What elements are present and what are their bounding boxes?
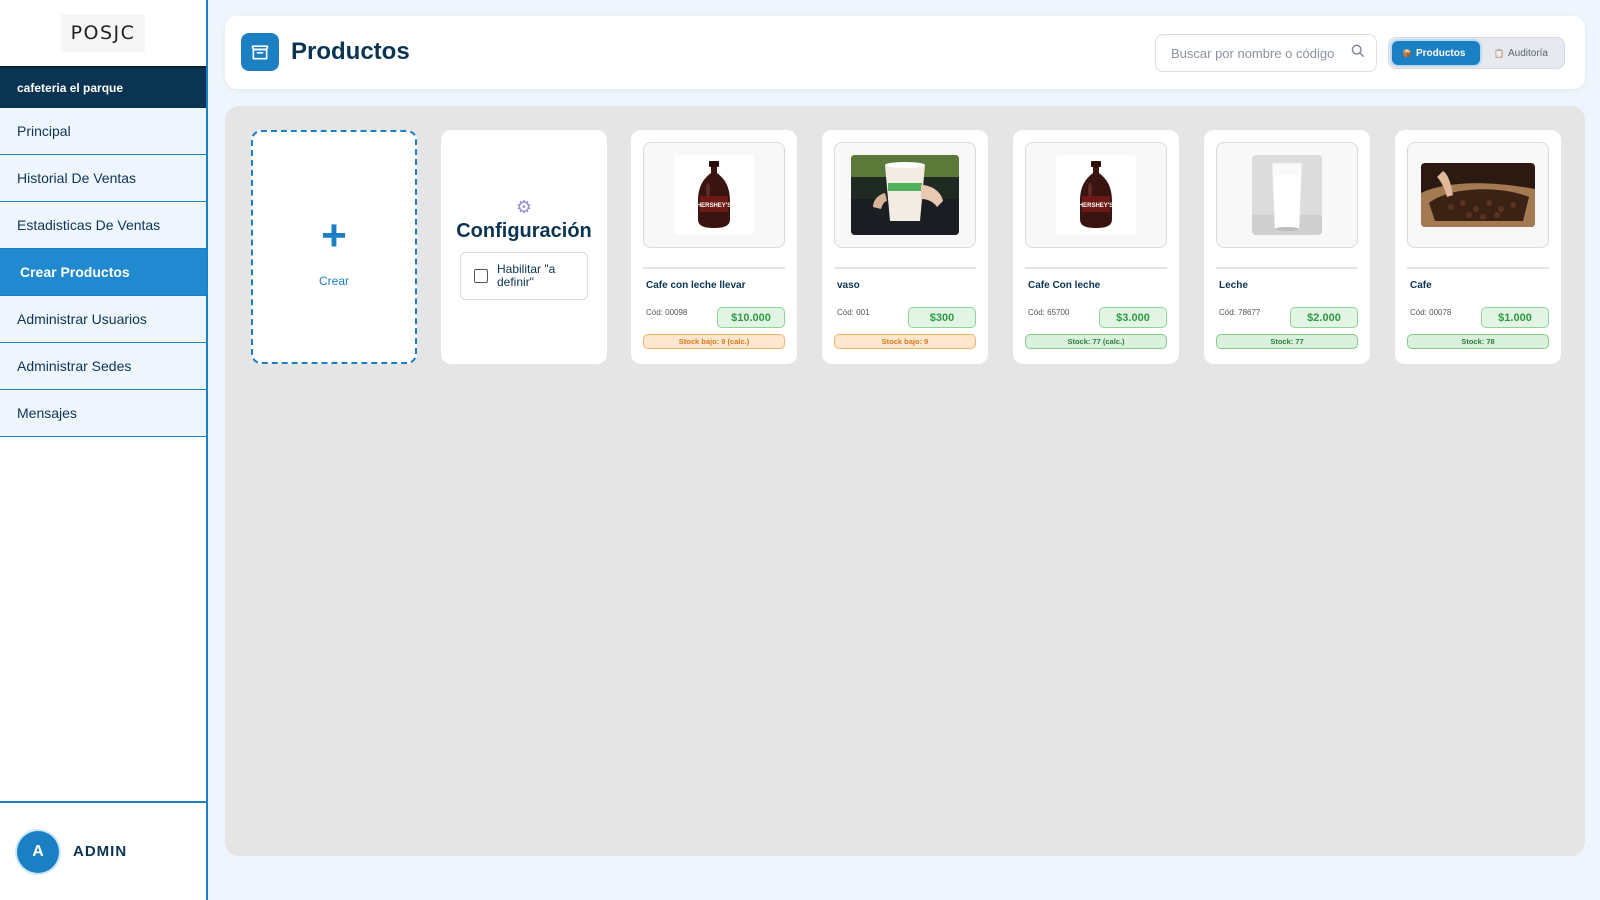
app-logo: POSJC bbox=[60, 14, 146, 52]
search-icon[interactable] bbox=[1350, 43, 1366, 64]
milk-glass-image bbox=[1252, 155, 1322, 235]
sidebar-item-principal[interactable]: Principal bbox=[0, 108, 206, 155]
checkbox-label: Habilitar "a definir" bbox=[497, 262, 556, 289]
clipboard-icon: 📋 bbox=[1494, 48, 1504, 58]
search-input[interactable] bbox=[1171, 45, 1336, 61]
sidebar-item-administrar-usuarios[interactable]: Administrar Usuarios bbox=[0, 296, 206, 343]
view-toggle: 📦 Productos 📋 Auditoría bbox=[1388, 37, 1565, 69]
tab-productos-label: Productos bbox=[1415, 47, 1466, 59]
store-icon bbox=[241, 33, 279, 71]
divider bbox=[834, 267, 976, 269]
product-price: $1.000 bbox=[1481, 307, 1549, 328]
tab-auditoria-label: Auditoría bbox=[1507, 47, 1548, 59]
syrup-bottle-image: HERSHEY'S bbox=[697, 161, 731, 228]
divider bbox=[1216, 267, 1358, 269]
product-code: Cód: 001 bbox=[837, 308, 870, 317]
product-image bbox=[834, 142, 976, 248]
paper-cup-image bbox=[851, 155, 959, 235]
habilitar-a-definir-checkbox[interactable] bbox=[474, 269, 488, 283]
plus-icon: + bbox=[321, 211, 347, 260]
create-product-card[interactable]: + Crear bbox=[251, 130, 417, 364]
avatar: A bbox=[17, 830, 59, 873]
product-image: HERSHEY'S bbox=[643, 142, 785, 248]
store-name: cafeteria el parque bbox=[0, 66, 206, 108]
stock-badge: Stock bajo: 9 (calc.) bbox=[643, 334, 785, 349]
habilitar-a-definir-option[interactable]: Habilitar "a definir" bbox=[460, 252, 588, 300]
product-price: $300 bbox=[908, 307, 976, 328]
stock-badge: Stock: 78 bbox=[1407, 334, 1549, 349]
product-card[interactable]: HERSHEY'S Cafe con leche llevar Cód: 000… bbox=[631, 130, 797, 364]
product-code: Cód: 00078 bbox=[1410, 308, 1452, 317]
product-card[interactable]: HERSHEY'S Cafe Con leche Cód: 65700 $3.0… bbox=[1013, 130, 1179, 364]
gear-icon: ⚙ bbox=[515, 197, 533, 217]
divider bbox=[1407, 267, 1549, 269]
user-name: ADMIN bbox=[73, 843, 128, 860]
page-header: Productos 📦 Productos 📋 Auditoría bbox=[225, 16, 1585, 89]
products-panel: + Crear ⚙ Configuración Habilitar "a def… bbox=[225, 106, 1585, 856]
user-profile[interactable]: A ADMIN bbox=[0, 801, 206, 900]
search-box bbox=[1155, 34, 1377, 72]
sidebar-item-crear-productos[interactable]: Crear Productos bbox=[0, 249, 206, 296]
sidebar-item-administrar-sedes[interactable]: Administrar Sedes bbox=[0, 343, 206, 390]
config-title: Configuración bbox=[456, 220, 592, 242]
svg-text:HERSHEY'S: HERSHEY'S bbox=[1079, 203, 1113, 209]
tab-productos[interactable]: 📦 Productos bbox=[1392, 41, 1480, 65]
product-card[interactable]: Cafe Cód: 00078 $1.000 Stock: 78 bbox=[1395, 130, 1561, 364]
box-icon: 📦 bbox=[1402, 48, 1412, 58]
sidebar-item-mensajes[interactable]: Mensajes bbox=[0, 390, 206, 437]
product-code: Cód: 78677 bbox=[1219, 308, 1261, 317]
product-name: Cafe bbox=[1410, 280, 1432, 291]
product-image: HERSHEY'S bbox=[1025, 142, 1167, 248]
divider bbox=[1025, 267, 1167, 269]
product-code: Cód: 65700 bbox=[1028, 308, 1070, 317]
product-card[interactable]: Leche Cód: 78677 $2.000 Stock: 77 bbox=[1204, 130, 1370, 364]
product-name: Leche bbox=[1219, 280, 1248, 291]
divider bbox=[643, 267, 785, 269]
sidebar-nav: Principal Historial De Ventas Estadistic… bbox=[0, 108, 206, 437]
stock-badge: Stock: 77 (calc.) bbox=[1025, 334, 1167, 349]
stock-badge: Stock bajo: 9 bbox=[834, 334, 976, 349]
sidebar-item-estadisticas-ventas[interactable]: Estadisticas De Ventas bbox=[0, 202, 206, 249]
create-label: Crear bbox=[318, 274, 349, 288]
tab-auditoria[interactable]: 📋 Auditoría bbox=[1484, 41, 1558, 65]
logo-area: POSJC bbox=[0, 0, 206, 66]
sidebar: POSJC cafeteria el parque Principal Hist… bbox=[0, 0, 208, 900]
product-image bbox=[1407, 142, 1549, 248]
product-price: $10.000 bbox=[717, 307, 785, 328]
stock-badge: Stock: 77 bbox=[1216, 334, 1358, 349]
product-image bbox=[1216, 142, 1358, 248]
config-card: ⚙ Configuración Habilitar "a definir" bbox=[441, 130, 607, 364]
page-title: Productos bbox=[291, 38, 410, 65]
product-price: $3.000 bbox=[1099, 307, 1167, 328]
coffee-beans-image bbox=[1421, 163, 1535, 227]
svg-text:HERSHEY'S: HERSHEY'S bbox=[697, 203, 731, 209]
product-price: $2.000 bbox=[1290, 307, 1358, 328]
product-card[interactable]: vaso Cód: 001 $300 Stock bajo: 9 bbox=[822, 130, 988, 364]
product-code: Cód: 00098 bbox=[646, 308, 688, 317]
product-name: vaso bbox=[837, 280, 860, 291]
product-name: Cafe con leche llevar bbox=[646, 280, 746, 291]
product-name: Cafe Con leche bbox=[1028, 280, 1101, 291]
syrup-bottle-image: HERSHEY'S bbox=[1079, 161, 1113, 228]
sidebar-item-historial-ventas[interactable]: Historial De Ventas bbox=[0, 155, 206, 202]
